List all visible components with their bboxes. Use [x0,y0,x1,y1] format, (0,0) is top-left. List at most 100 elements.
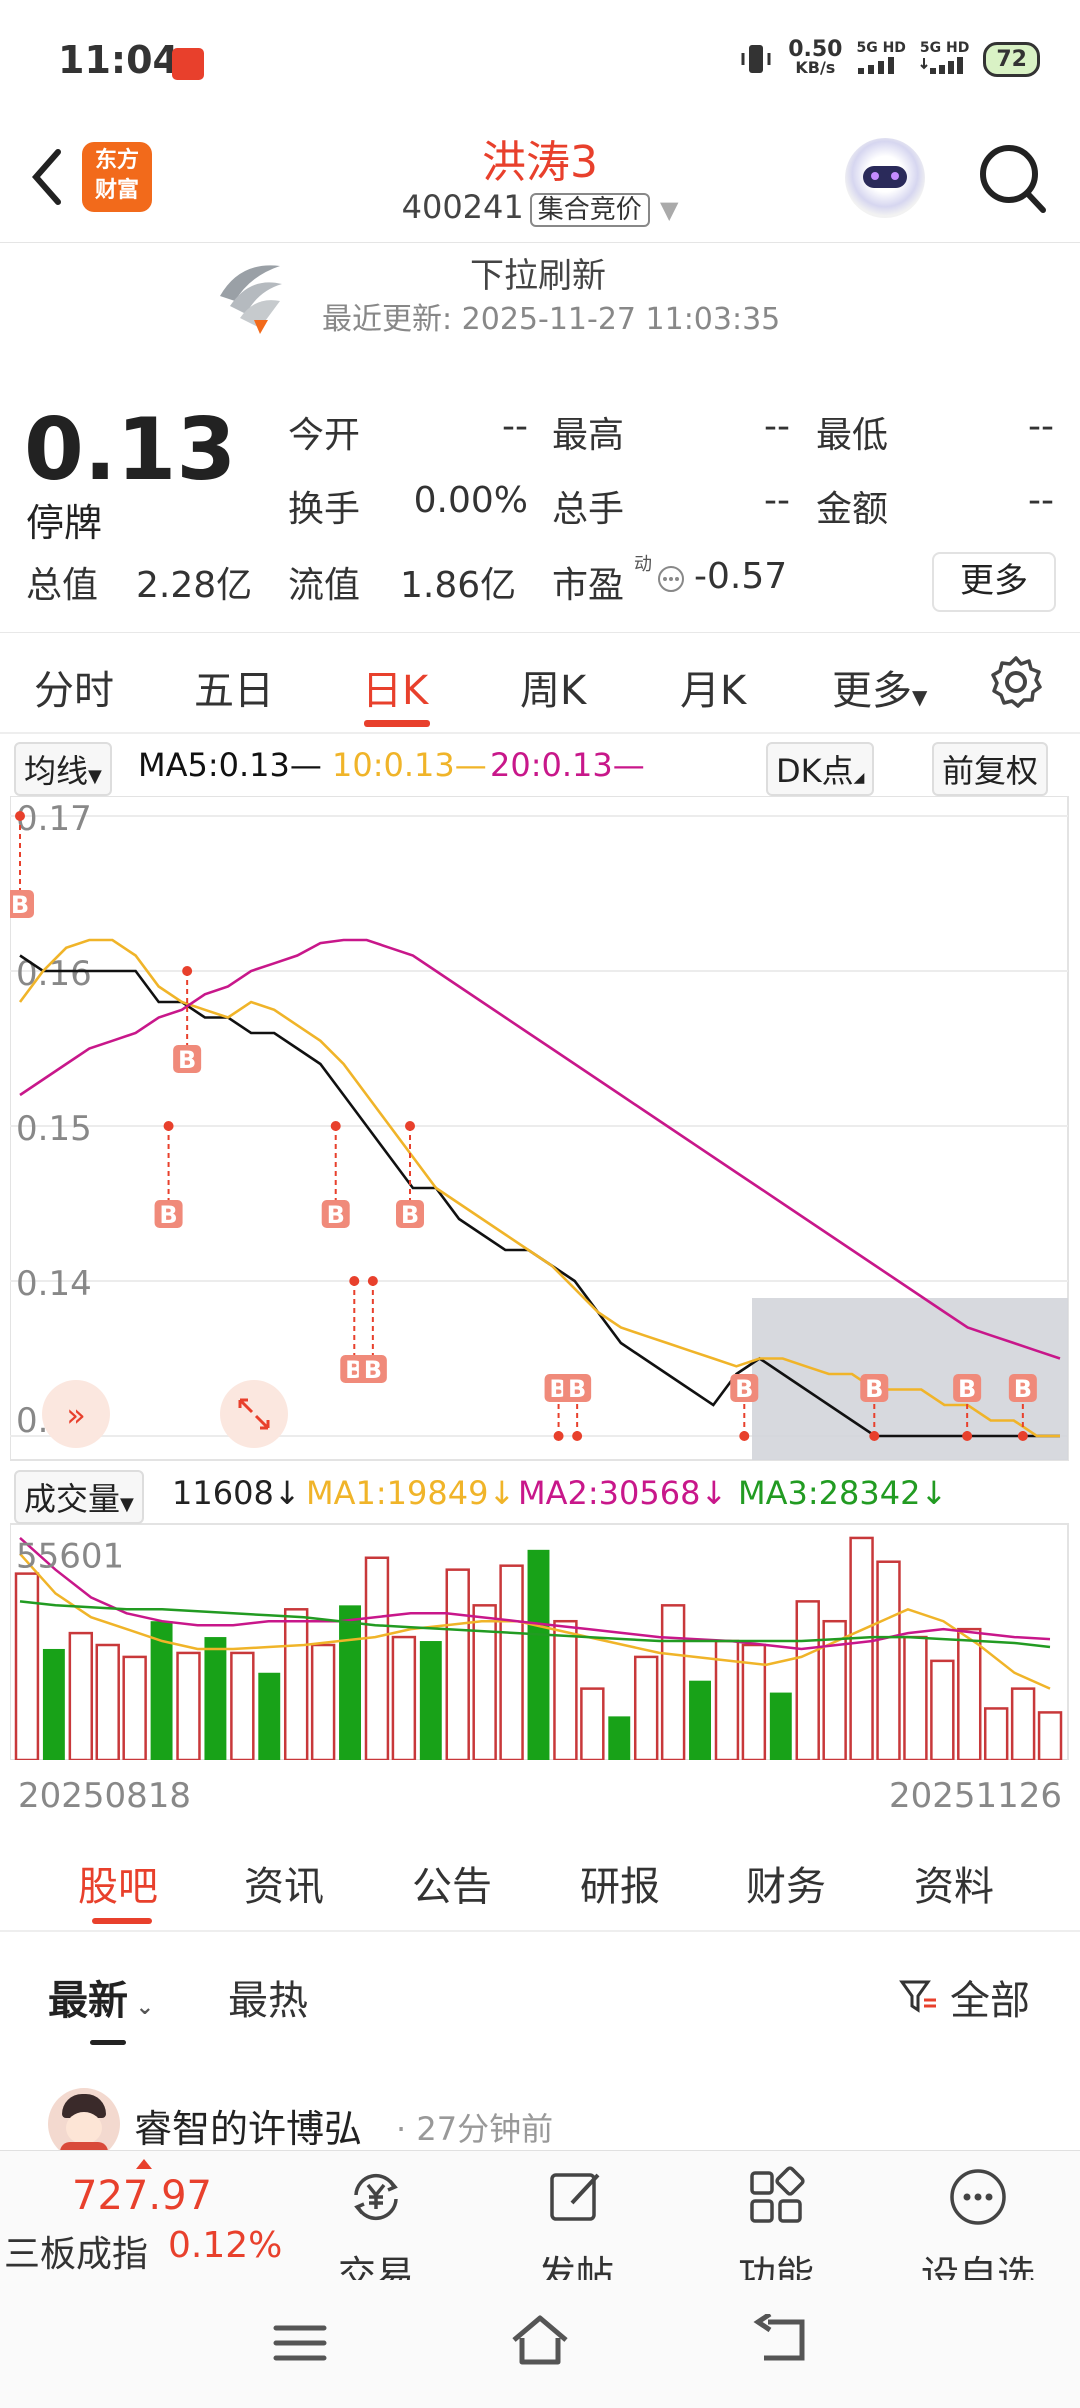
volume-bar-up [445,1568,470,1760]
sort-hot[interactable]: 最热 [228,1968,308,2026]
search-icon[interactable] [975,138,1050,218]
buy-marker-label: B [327,1201,345,1229]
add-watchlist-button[interactable]: 设自选 [908,2165,1048,2299]
buy-marker-label: B [865,1375,883,1403]
volume-bar-up [364,1556,390,1760]
chart-end-date: 20251126 [888,1776,1062,1816]
index-name[interactable]: 三板成指 [4,2225,148,2277]
indicator-select-caret-icon: ▼ [88,766,102,787]
volume-bar-up [795,1600,820,1760]
active-tab-indicator [364,720,430,727]
assistant-robot-icon[interactable] [845,138,925,218]
trade-button[interactable]: 交易 [306,2165,446,2299]
tab-more[interactable]: 更多▼ [832,658,927,716]
volume-label: 总手 [552,489,625,530]
signal-1-label: 5G HD [856,40,906,56]
pe-info-icon[interactable] [656,564,686,594]
vol-ma3-legend: MA3:28342↓ [738,1474,948,1512]
tab-guba[interactable]: 股吧 [78,1854,158,1912]
amount-label: 金额 [816,489,889,530]
refresh-title: 下拉刷新 [470,256,606,296]
volume-bar-down [42,1648,65,1760]
tab-weekly-k[interactable]: 周K [520,658,586,716]
volume-bar-down [204,1637,227,1760]
kline-and-volume-chart[interactable]: 0.170.160.150.140.13 BBBBBBBBBBBBB » 556… [10,796,1070,1760]
tab-announcement[interactable]: 公告 [412,1854,492,1912]
home-icon[interactable] [508,2312,572,2368]
buy-marker-label: B [1014,1375,1032,1403]
tab-news[interactable]: 资讯 [244,1854,324,1912]
indicator-select-label: 均线 [24,752,89,790]
ma10-legend: 10:0.13— [332,746,487,784]
buy-marker-label: B [401,1201,419,1229]
grid-icon [750,2166,805,2223]
volume-bar-up [230,1651,255,1760]
volume-bar-up [68,1631,94,1760]
tab-daily-k[interactable]: 日K [362,658,428,716]
volume-bar-up [472,1604,497,1760]
volume-indicator-select[interactable]: 成交量▼ [14,1470,144,1524]
sort-latest[interactable]: 最新 ⌄ [48,1968,154,2026]
ma20-legend: 20:0.13— [490,746,645,784]
dk-point-toggle[interactable]: DK点◢ [766,742,875,796]
status-time: 11:04 [58,38,179,82]
tab-finance[interactable]: 财务 [746,1854,826,1912]
app-notification-icon [172,48,204,80]
more-quote-button[interactable]: 更多 [932,552,1056,612]
buy-marker-label: B [11,891,29,919]
volume-bar-up [310,1643,336,1760]
volume-bar-up [1010,1687,1036,1760]
index-change[interactable]: 0.12% [168,2225,282,2266]
post-item[interactable]: 睿智的许博弘 · 27分钟前 [0,2080,1080,2160]
vibrate-icon [741,45,771,73]
pe-value: -0.57 [694,556,788,597]
active-subtab-indicator [92,1918,152,1924]
refresh-logo-icon [220,265,282,334]
volume-bar-up [95,1643,120,1760]
feed-filter-row: 最新 ⌄ 最热 全部 [0,1950,1080,2050]
tab-more-label: 更多 [832,668,912,714]
buy-marker-label: B [735,1375,753,1403]
volume-value: -- [764,480,790,521]
tab-research[interactable]: 研报 [580,1854,660,1912]
volume-bar-down [608,1716,631,1760]
buy-marker-label: B [364,1356,382,1384]
tab-five-day[interactable]: 五日 [194,658,274,716]
back-nav-icon[interactable] [750,2314,810,2366]
stock-code: 400241 [401,188,524,226]
volume-bar-up [391,1635,417,1760]
trading-status: 停牌 [26,501,103,545]
buy-marker-label: B [178,1046,196,1074]
pull-refresh-area: 下拉刷新 最近更新: 2025-11-27 11:03:35 [0,242,1080,392]
buy-marker-label: B [568,1375,586,1403]
volume-bar-up [176,1651,201,1760]
tab-profile[interactable]: 资料 [914,1854,994,1912]
edit-icon [550,2173,600,2221]
gear-icon[interactable] [988,654,1044,710]
tab-intraday[interactable]: 分时 [34,658,114,716]
system-nav-bar [0,2280,1080,2408]
vol-ma2-legend: MA2:30568↓ [518,1474,728,1512]
index-up-arrow-icon [136,2159,152,2169]
index-value[interactable]: 727.97 [72,2173,212,2219]
tab-monthly-k[interactable]: 月K [680,658,746,716]
price-tick-label: 0.15 [16,1109,92,1149]
ma-legend-row: 均线▼ MA5:0.13— 10:0.13— 20:0.13— DK点◢ 前复权 [0,738,1080,796]
volume-bar-up [983,1707,1009,1760]
volume-bar-up [876,1560,901,1760]
sort-indicator [90,2040,126,2045]
total-mv-value: 2.28亿 [136,565,253,606]
fullscreen-button[interactable] [220,1380,288,1448]
tab-more-caret-icon: ▼ [912,685,928,709]
post-author[interactable]: 睿智的许博弘 [134,2098,362,2153]
volume-bar-down [689,1680,711,1760]
adjust-select[interactable]: 前复权 [932,742,1049,796]
signal-1: 5G HD [856,40,906,78]
filter-all-button[interactable]: 全部 [898,1968,1030,2026]
volume-current: 11608↓ [172,1474,301,1512]
menu-icon[interactable] [272,2320,328,2366]
function-button[interactable]: 功能 [706,2165,846,2299]
signal-2-label: 5G HD [919,40,970,56]
indicator-select[interactable]: 均线▼ [14,742,112,796]
post-button[interactable]: 发帖 [506,2165,646,2299]
